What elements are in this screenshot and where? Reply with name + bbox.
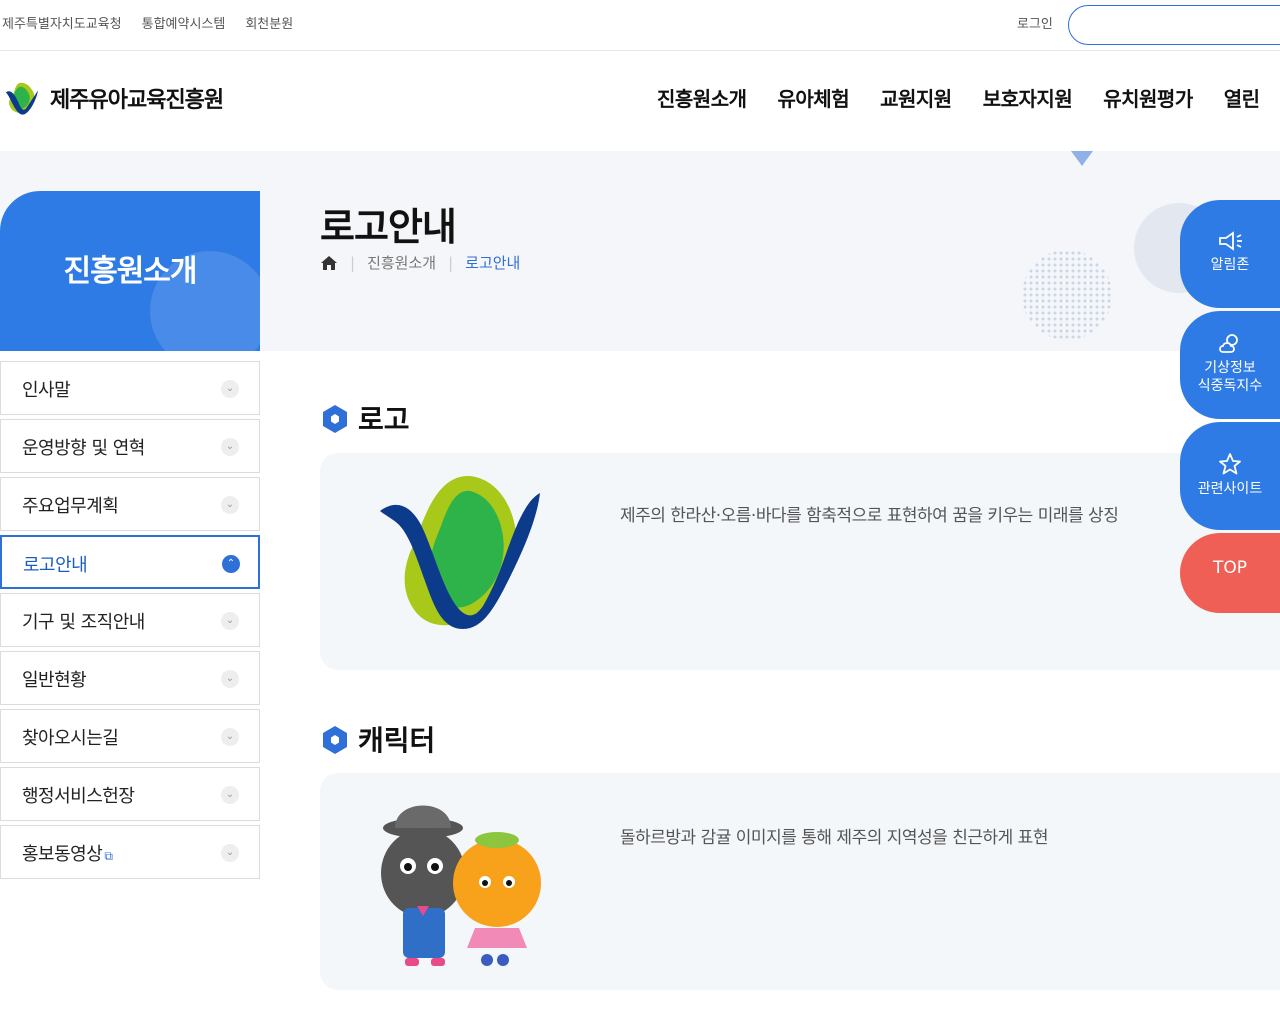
breadcrumb: | 진흥원소개 | 로고안내	[320, 252, 520, 273]
chevron-down-icon: ⌄	[221, 438, 239, 456]
side-menu-item-label: 행정서비스헌장	[22, 786, 135, 807]
top-button-label: TOP	[1212, 558, 1248, 578]
side-menu-item-service-charter[interactable]: 행정서비스헌장 ⌄	[0, 767, 260, 821]
link-jeju-education-office[interactable]: 제주특별자치도교육청	[2, 13, 122, 32]
jeju-logo-image	[380, 475, 540, 629]
logo-card: 제주의 한라산·오름·바다를 함축적으로 표현하여 꿈을 키우는 미래를 상징	[320, 453, 1280, 670]
lnb-title: 진흥원소개	[63, 254, 198, 289]
section-title-text: 로고	[358, 403, 410, 436]
site-header: 제주유아교육진흥원 진흥원소개 유아체험 교원지원 보호자지원 유치원평가 열린	[0, 51, 1280, 151]
page-title: 로고안내	[320, 205, 457, 249]
character-card: 돌하르방과 감귤 이미지를 통해 제주의 지역성을 친근하게 표현	[320, 773, 1280, 990]
brand-logo-link[interactable]: 제주유아교육진흥원	[2, 79, 224, 117]
main-nav: 진흥원소개 유아체험 교원지원 보호자지원 유치원평가 열린	[657, 83, 1260, 112]
link-reservation-system[interactable]: 통합예약시스템	[142, 13, 226, 32]
family-links: 제주특별자치도교육청 통합예약시스템 회천분원	[2, 13, 293, 32]
side-menu-item-label: 운영방향 및 연혁	[22, 438, 145, 459]
side-menu-item-label: 일반현황	[22, 670, 87, 691]
side-menu-item-directions[interactable]: 찾아오시는길 ⌄	[0, 709, 260, 763]
character-description: 돌하르방과 감귤 이미지를 통해 제주의 지역성을 친근하게 표현	[620, 828, 1048, 848]
nav-indicator-triangle	[1071, 151, 1093, 166]
link-hoecheon-branch[interactable]: 회천분원	[245, 13, 293, 32]
side-menu-item-label: 기구 및 조직안내	[22, 612, 145, 633]
nav-intro[interactable]: 진흥원소개	[657, 83, 747, 112]
star-icon	[1219, 453, 1241, 475]
side-menu-item-label: 주요업무계획	[22, 496, 119, 517]
breadcrumb-item[interactable]: 진흥원소개	[367, 252, 436, 273]
section-title-text: 캐릭터	[358, 724, 436, 757]
quick-notice-button[interactable]: 알림존	[1180, 200, 1280, 308]
megaphone-icon	[1219, 231, 1242, 251]
nav-teacher-support[interactable]: 교원지원	[880, 83, 952, 112]
section-title-character: 캐릭터	[320, 719, 435, 759]
quick-related-sites-button[interactable]: 관련사이트	[1180, 422, 1280, 530]
brand-logo-icon	[5, 82, 39, 115]
side-menu-item-label: 홍보동영상 ⧉	[22, 844, 113, 865]
quick-related-sites-label: 관련사이트	[1197, 481, 1263, 497]
search-input[interactable]	[1068, 5, 1280, 45]
nav-parent-support[interactable]: 보호자지원	[983, 83, 1073, 112]
external-link-icon: ⧉	[104, 849, 113, 863]
side-menu-item-status[interactable]: 일반현황 ⌄	[0, 651, 260, 705]
nav-kindergarten-evaluation[interactable]: 유치원평가	[1103, 83, 1193, 112]
side-menu-item-label: 인사말	[22, 380, 71, 401]
logo-description: 제주의 한라산·오름·바다를 함축적으로 표현하여 꿈을 키우는 미래를 상징	[620, 506, 1119, 526]
chevron-down-icon: ⌄	[221, 670, 239, 688]
decor-dots	[1022, 250, 1112, 340]
lnb-header: 진흥원소개	[0, 191, 260, 351]
chevron-down-icon: ⌄	[221, 380, 239, 398]
home-icon[interactable]	[320, 254, 338, 272]
character-image	[381, 805, 541, 966]
chevron-down-icon: ⌄	[221, 496, 239, 514]
chevron-down-icon: ⌄	[221, 844, 239, 862]
side-menu: 인사말 ⌄ 운영방향 및 연혁 ⌄ 주요업무계획 ⌄ 로고안내 ⌃ 기구 및 조…	[0, 361, 260, 883]
breadcrumb-separator: |	[448, 253, 454, 272]
side-menu-item-greeting[interactable]: 인사말 ⌄	[0, 361, 260, 415]
chevron-up-icon: ⌃	[222, 555, 240, 573]
section-title-logo: 로고	[320, 398, 410, 438]
quick-weather-label-2: 식중독지수	[1197, 378, 1263, 394]
top-button[interactable]: TOP	[1180, 533, 1280, 613]
side-menu-item-label: 찾아오시는길	[22, 728, 119, 749]
side-menu-item-promo-video[interactable]: 홍보동영상 ⧉ ⌄	[0, 825, 260, 879]
side-menu-item-plan[interactable]: 주요업무계획 ⌄	[0, 477, 260, 531]
nav-child-experience[interactable]: 유아체험	[778, 83, 850, 112]
quick-weather-button[interactable]: 기상정보 식중독지수	[1180, 311, 1280, 419]
quick-notice-label: 알림존	[1210, 257, 1250, 273]
login-link[interactable]: 로그인	[1017, 13, 1053, 32]
side-menu-item-organization[interactable]: 기구 및 조직안내 ⌄	[0, 593, 260, 647]
side-menu-item-logo[interactable]: 로고안내 ⌃	[0, 535, 260, 589]
chevron-down-icon: ⌄	[221, 728, 239, 746]
chevron-down-icon: ⌄	[221, 786, 239, 804]
breadcrumb-current: 로고안내	[465, 254, 521, 272]
weather-icon	[1219, 334, 1238, 353]
side-menu-item-history[interactable]: 운영방향 및 연혁 ⌄	[0, 419, 260, 473]
chevron-down-icon: ⌄	[221, 612, 239, 630]
hexagon-bullet-icon	[323, 726, 347, 754]
utility-bar: 제주특별자치도교육청 통합예약시스템 회천분원 로그인	[0, 0, 1280, 51]
quick-weather-label-1: 기상정보	[1204, 360, 1256, 376]
breadcrumb-separator: |	[350, 253, 356, 272]
brand-name: 제주유아교육진흥원	[50, 88, 224, 113]
hexagon-bullet-icon	[323, 405, 347, 433]
side-menu-item-label: 로고안내	[23, 555, 88, 576]
nav-open[interactable]: 열린	[1224, 83, 1260, 112]
